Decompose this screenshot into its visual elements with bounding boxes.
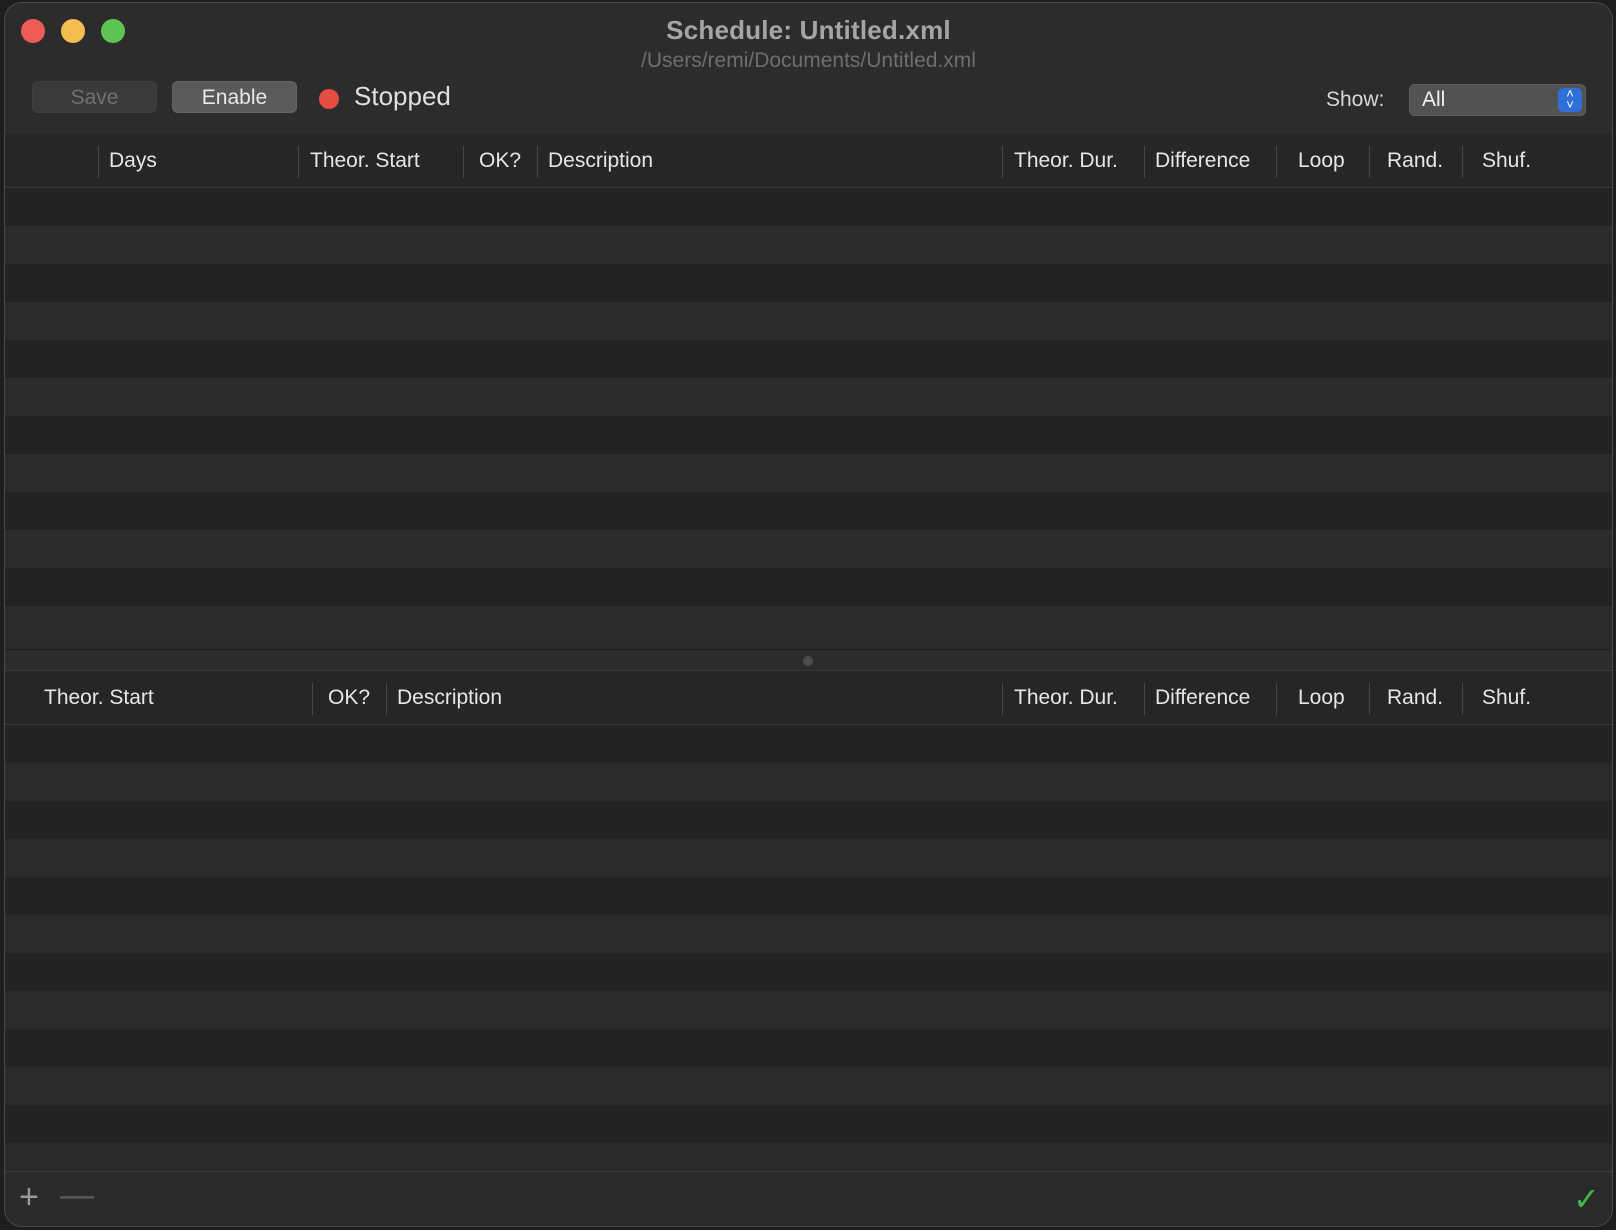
show-filter-label: Show: bbox=[1326, 88, 1385, 111]
column-header-theor-start[interactable]: Theor. Start bbox=[44, 671, 154, 725]
column-separator bbox=[1276, 683, 1277, 715]
status-text: Stopped bbox=[354, 81, 451, 111]
table-row[interactable] bbox=[5, 763, 1612, 801]
divider-handle-icon bbox=[803, 656, 813, 666]
column-header-theor-dur[interactable]: Theor. Dur. bbox=[1014, 671, 1118, 725]
column-separator bbox=[463, 146, 464, 178]
enable-button[interactable]: Enable bbox=[172, 81, 297, 113]
table-row[interactable] bbox=[5, 568, 1612, 606]
column-header-shuf[interactable]: Shuf. bbox=[1482, 671, 1531, 725]
schedule-table: Days Theor. Start OK? Description Theor.… bbox=[5, 134, 1612, 649]
column-separator bbox=[1369, 146, 1370, 178]
table-row[interactable] bbox=[5, 606, 1612, 644]
column-header-ok[interactable]: OK? bbox=[328, 671, 370, 725]
column-header-rand[interactable]: Rand. bbox=[1387, 134, 1443, 188]
events-table-rows bbox=[5, 725, 1612, 1143]
table-row[interactable] bbox=[5, 530, 1612, 568]
table-row[interactable] bbox=[5, 264, 1612, 302]
column-header-days[interactable]: Days bbox=[109, 134, 157, 188]
column-separator bbox=[1462, 146, 1463, 178]
table-row[interactable] bbox=[5, 302, 1612, 340]
column-separator bbox=[298, 146, 299, 178]
chevron-up-down-icon: ˄ ˅ bbox=[1558, 87, 1582, 112]
column-header-loop[interactable]: Loop bbox=[1298, 134, 1345, 188]
table-row[interactable] bbox=[5, 188, 1612, 226]
table-row[interactable] bbox=[5, 725, 1612, 763]
save-button[interactable]: Save bbox=[32, 81, 157, 113]
column-separator bbox=[386, 683, 387, 715]
title-bar: Schedule: Untitled.xml /Users/remi/Docum… bbox=[5, 3, 1612, 138]
column-header-difference[interactable]: Difference bbox=[1155, 134, 1250, 188]
table-row[interactable] bbox=[5, 492, 1612, 530]
column-separator bbox=[1144, 683, 1145, 715]
table-row[interactable] bbox=[5, 839, 1612, 877]
column-header-description[interactable]: Description bbox=[548, 134, 653, 188]
column-separator bbox=[537, 146, 538, 178]
table-row[interactable] bbox=[5, 1105, 1612, 1143]
column-separator bbox=[98, 146, 99, 178]
window-title: Schedule: Untitled.xml bbox=[666, 15, 951, 45]
column-separator bbox=[1144, 146, 1145, 178]
table-row[interactable] bbox=[5, 953, 1612, 991]
column-separator bbox=[1369, 683, 1370, 715]
column-header-ok[interactable]: OK? bbox=[479, 134, 521, 188]
events-table-header: Theor. Start OK? Description Theor. Dur.… bbox=[5, 671, 1612, 725]
checkmark-icon: ✓ bbox=[1573, 1181, 1600, 1217]
column-header-loop[interactable]: Loop bbox=[1298, 671, 1345, 725]
column-header-description[interactable]: Description bbox=[397, 671, 502, 725]
column-header-shuf[interactable]: Shuf. bbox=[1482, 134, 1531, 188]
schedule-table-rows bbox=[5, 188, 1612, 644]
column-separator bbox=[1462, 683, 1463, 715]
add-icon[interactable]: + bbox=[19, 1178, 39, 1217]
split-view-divider[interactable] bbox=[5, 649, 1612, 671]
table-row[interactable] bbox=[5, 416, 1612, 454]
table-row[interactable] bbox=[5, 877, 1612, 915]
show-filter-value: All bbox=[1422, 88, 1446, 111]
remove-icon[interactable]: — bbox=[60, 1176, 94, 1215]
column-separator bbox=[1276, 146, 1277, 178]
schedule-table-header: Days Theor. Start OK? Description Theor.… bbox=[5, 134, 1612, 188]
column-separator bbox=[1002, 683, 1003, 715]
column-header-theor-dur[interactable]: Theor. Dur. bbox=[1014, 134, 1118, 188]
column-header-rand[interactable]: Rand. bbox=[1387, 671, 1443, 725]
status-indicator-icon bbox=[319, 89, 339, 109]
table-row[interactable] bbox=[5, 991, 1612, 1029]
table-row[interactable] bbox=[5, 378, 1612, 416]
events-table: Theor. Start OK? Description Theor. Dur.… bbox=[5, 671, 1612, 1171]
bottom-toolbar: + — ✓ bbox=[5, 1171, 1612, 1226]
table-row[interactable] bbox=[5, 1067, 1612, 1105]
schedule-window: Schedule: Untitled.xml /Users/remi/Docum… bbox=[4, 2, 1613, 1227]
table-row[interactable] bbox=[5, 340, 1612, 378]
window-subtitle: /Users/remi/Documents/Untitled.xml bbox=[641, 49, 976, 72]
column-separator bbox=[312, 683, 313, 715]
show-filter-select[interactable]: All ˄ ˅ bbox=[1409, 84, 1586, 116]
table-row[interactable] bbox=[5, 801, 1612, 839]
column-header-theor-start[interactable]: Theor. Start bbox=[310, 134, 420, 188]
table-row[interactable] bbox=[5, 915, 1612, 953]
table-row[interactable] bbox=[5, 1029, 1612, 1067]
table-row[interactable] bbox=[5, 226, 1612, 264]
column-separator bbox=[1002, 146, 1003, 178]
table-row[interactable] bbox=[5, 454, 1612, 492]
column-header-difference[interactable]: Difference bbox=[1155, 671, 1250, 725]
